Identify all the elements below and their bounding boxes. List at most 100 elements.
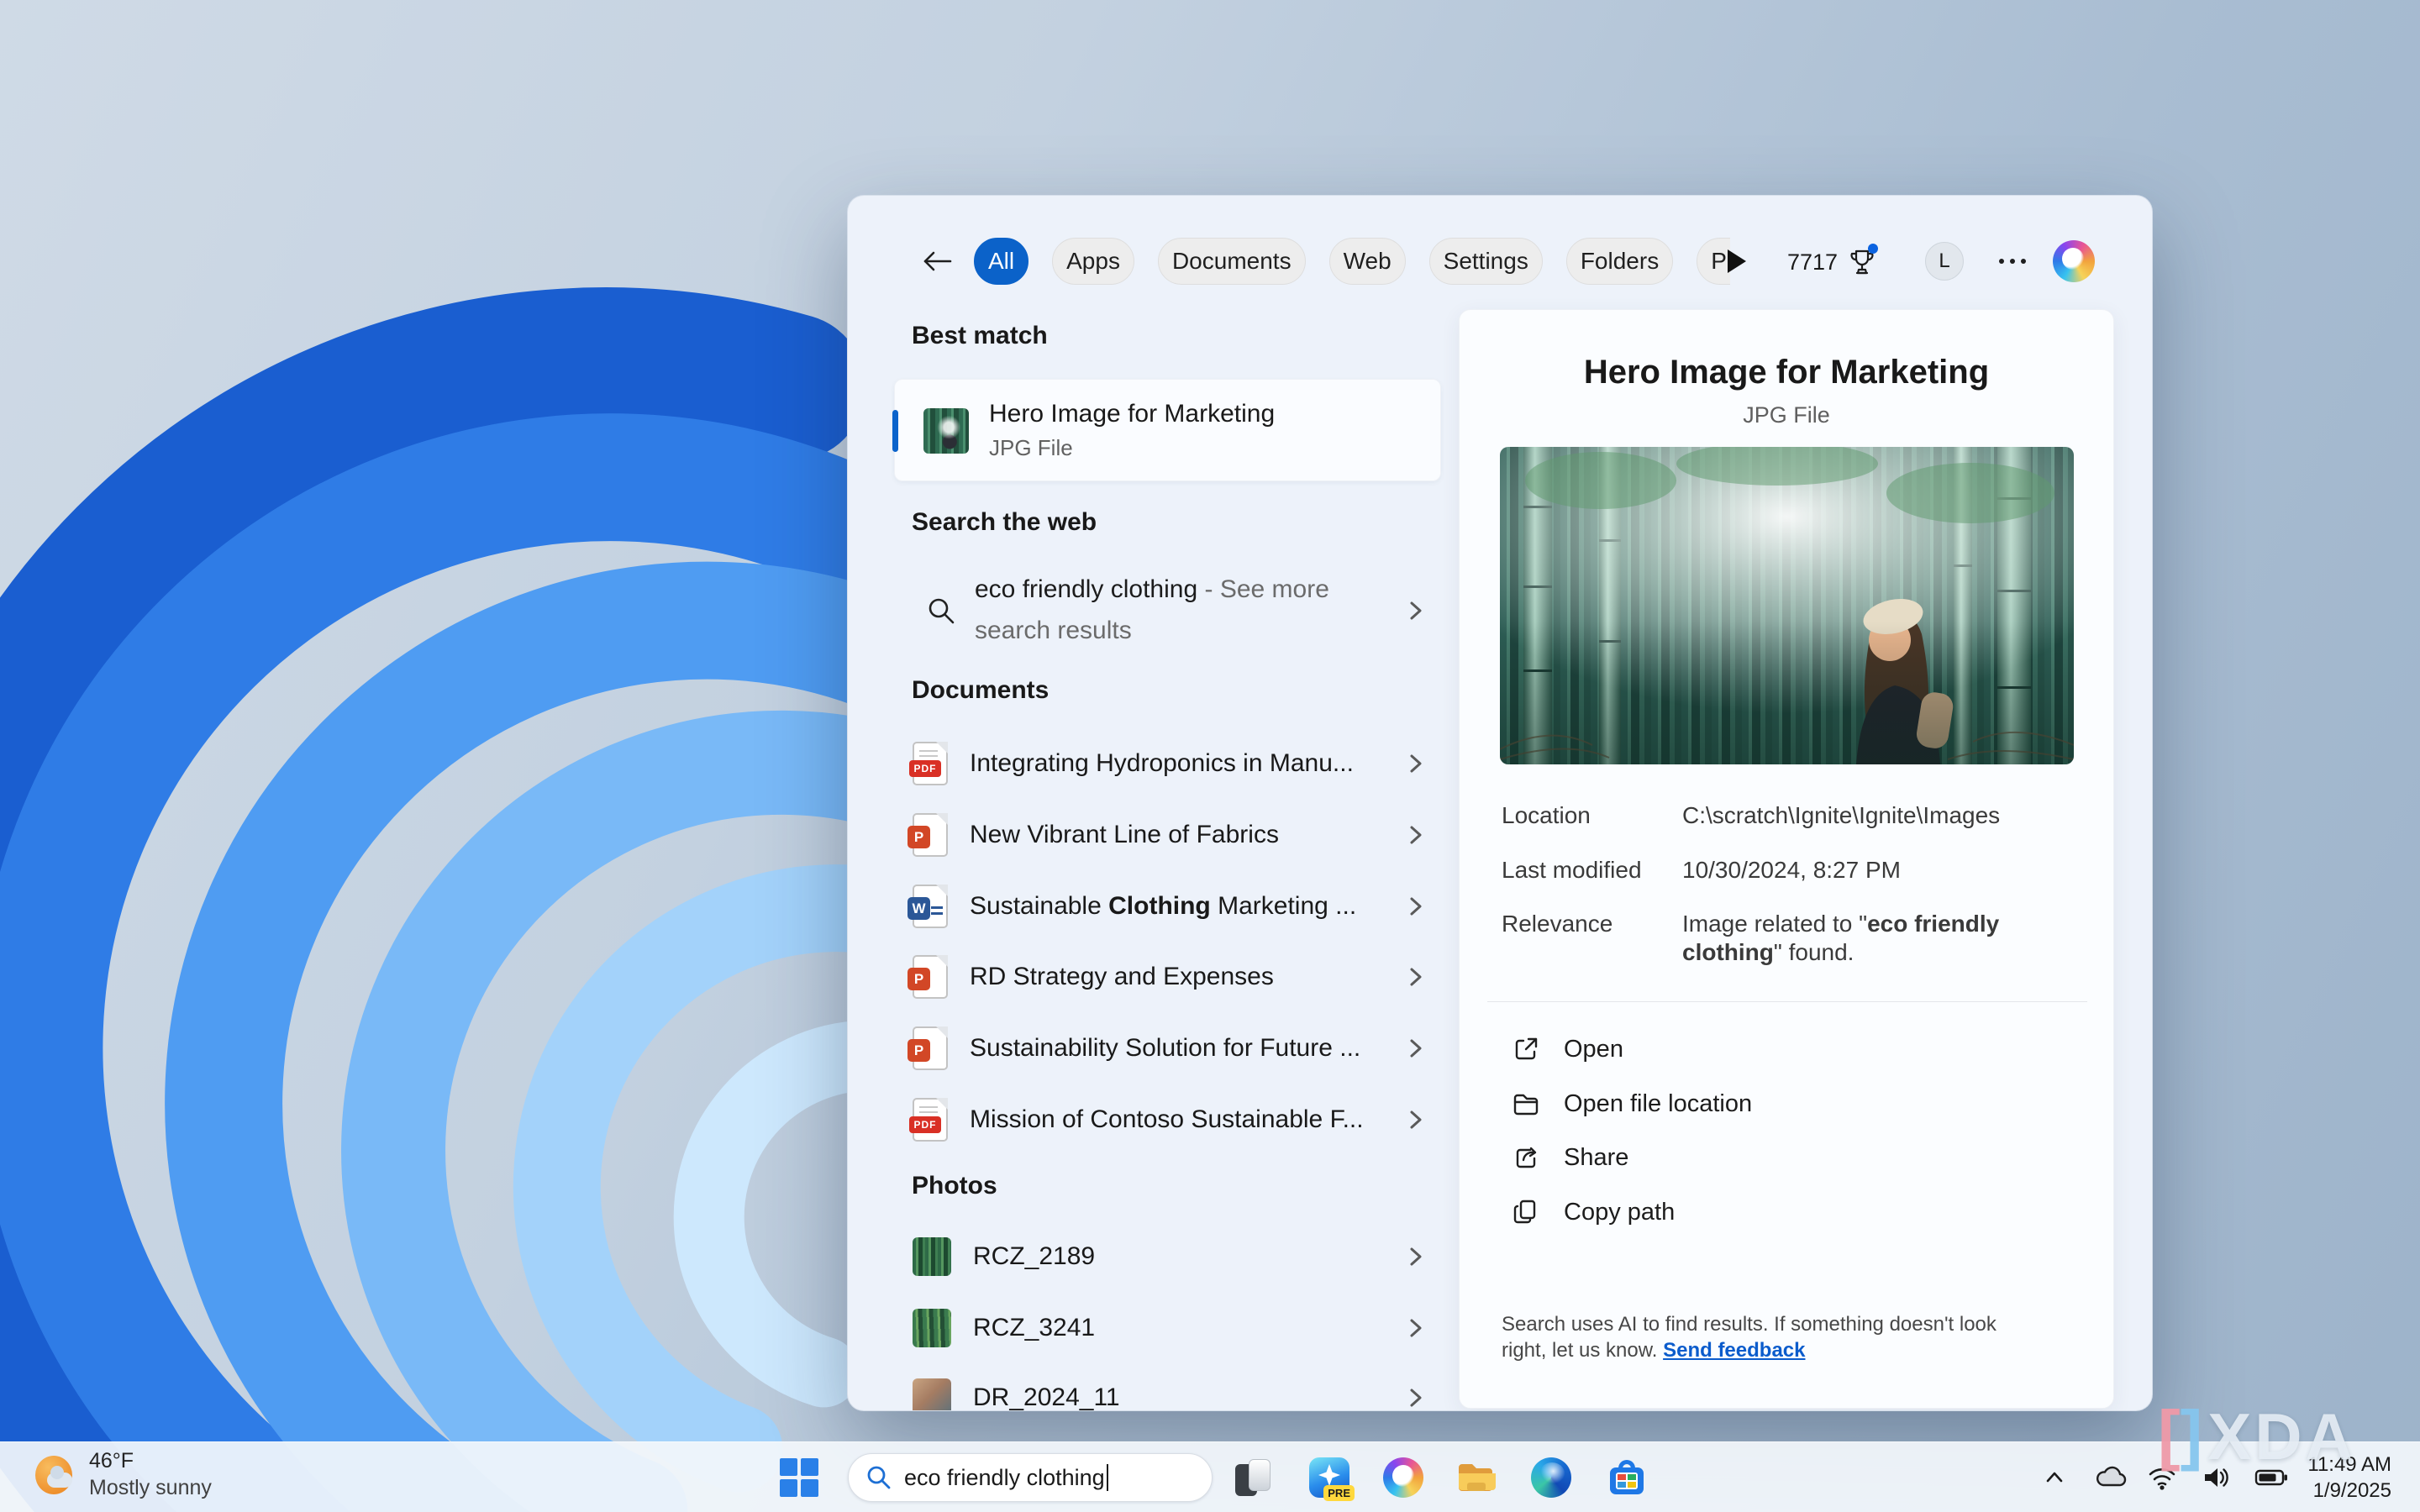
best-match-subtitle: JPG File bbox=[989, 435, 1275, 461]
clock[interactable]: 11:49 AM 1/9/2025 bbox=[2307, 1452, 2391, 1504]
tab-all[interactable]: All bbox=[974, 238, 1028, 285]
bing-preview-icon[interactable]: PRE bbox=[1309, 1457, 1349, 1498]
send-feedback-link[interactable]: Send feedback bbox=[1663, 1339, 1805, 1362]
section-header-web: Search the web bbox=[912, 508, 1097, 537]
word-file-icon: W bbox=[913, 885, 948, 928]
action-open[interactable]: Open bbox=[1493, 1025, 2081, 1074]
detail-row-relevance: Relevance Image related to "eco friendly… bbox=[1502, 910, 2081, 967]
best-match-result[interactable]: Hero Image for Marketing JPG File bbox=[894, 379, 1441, 481]
document-result[interactable]: P New Vibrant Line of Fabrics bbox=[894, 800, 1441, 870]
document-result[interactable]: W Sustainable Clothing Marketing ... bbox=[894, 871, 1441, 942]
tab-web[interactable]: Web bbox=[1329, 238, 1406, 285]
pdf-file-icon: PDF bbox=[913, 1098, 948, 1142]
section-header-documents: Documents bbox=[912, 676, 1049, 705]
clock-time: 11:49 AM bbox=[2307, 1452, 2391, 1478]
document-result[interactable]: PDF Mission of Contoso Sustainable F... bbox=[894, 1084, 1441, 1155]
window-stack-icon[interactable] bbox=[1234, 1457, 1274, 1498]
rewards-counter[interactable]: 7717 bbox=[1787, 244, 1876, 280]
photo-result[interactable]: RCZ_2189 bbox=[894, 1221, 1441, 1292]
tabs-scroll-right-icon[interactable] bbox=[1724, 248, 1749, 275]
photo-thumbnail bbox=[913, 1378, 951, 1411]
detail-row-modified: Last modified 10/30/2024, 8:27 PM bbox=[1502, 856, 2081, 885]
chevron-right-icon[interactable] bbox=[1409, 1038, 1423, 1058]
chevron-right-icon[interactable] bbox=[1409, 1388, 1423, 1408]
tab-documents[interactable]: Documents bbox=[1158, 238, 1306, 285]
folder-icon bbox=[1512, 1089, 1540, 1118]
powerpoint-file-icon: P bbox=[913, 955, 948, 999]
tab-settings[interactable]: Settings bbox=[1429, 238, 1543, 285]
photo-result[interactable]: DR_2024_11 bbox=[894, 1362, 1441, 1411]
microsoft-store-icon[interactable] bbox=[1607, 1457, 1647, 1498]
search-panel: All Apps Documents Web Settings Folders … bbox=[847, 195, 2153, 1411]
search-query-text: eco friendly clothing bbox=[904, 1465, 1105, 1491]
photo-thumbnail bbox=[913, 1237, 951, 1276]
preview-title: Hero Image for Marketing bbox=[1460, 354, 2113, 391]
chevron-right-icon[interactable] bbox=[1409, 1318, 1423, 1338]
file-explorer-icon[interactable] bbox=[1455, 1457, 1496, 1498]
web-search-text: eco friendly clothing - See more search … bbox=[975, 569, 1378, 651]
divider bbox=[1487, 1001, 2087, 1002]
edge-browser-icon[interactable] bbox=[1531, 1457, 1571, 1498]
photo-result[interactable]: RCZ_3241 bbox=[894, 1293, 1441, 1363]
onedrive-cloud-icon[interactable] bbox=[2092, 1462, 2124, 1494]
filter-tabs: All Apps Documents Web Settings Folders … bbox=[974, 238, 1730, 286]
action-share[interactable]: Share bbox=[1493, 1133, 2081, 1182]
powerpoint-file-icon: P bbox=[913, 813, 948, 857]
pre-badge: PRE bbox=[1323, 1485, 1355, 1501]
preview-subtitle: JPG File bbox=[1460, 402, 2113, 428]
more-options-icon[interactable] bbox=[1996, 256, 2029, 266]
system-tray: 11:49 AM 1/9/2025 bbox=[2039, 1442, 2420, 1512]
search-icon bbox=[865, 1464, 892, 1491]
tab-folders[interactable]: Folders bbox=[1566, 238, 1673, 285]
best-match-title: Hero Image for Marketing bbox=[989, 400, 1275, 428]
wifi-icon[interactable] bbox=[2146, 1462, 2178, 1494]
search-icon bbox=[926, 596, 956, 626]
user-avatar[interactable]: L bbox=[1925, 242, 1964, 281]
desktop: All Apps Documents Web Settings Folders … bbox=[0, 0, 2420, 1512]
document-result[interactable]: PDF Integrating Hydroponics in Manu... bbox=[894, 728, 1441, 799]
weather-widget[interactable]: 46°F Mostly sunny bbox=[34, 1449, 212, 1500]
section-header-best-match: Best match bbox=[912, 322, 1048, 350]
copilot-icon[interactable] bbox=[2053, 240, 2095, 282]
battery-icon[interactable] bbox=[2254, 1462, 2286, 1494]
taskbar-search-input[interactable]: eco friendly clothing bbox=[848, 1453, 1213, 1502]
weather-temp: 46°F bbox=[89, 1449, 212, 1473]
weather-icon bbox=[34, 1454, 76, 1496]
taskbar: 46°F Mostly sunny eco friendly clothing … bbox=[0, 1441, 2420, 1512]
powerpoint-file-icon: P bbox=[913, 1026, 948, 1070]
open-icon bbox=[1512, 1035, 1540, 1063]
trophy-icon bbox=[1848, 247, 1876, 277]
copy-icon bbox=[1512, 1198, 1540, 1226]
chevron-right-icon[interactable] bbox=[1409, 1110, 1423, 1130]
document-result[interactable]: P RD Strategy and Expenses bbox=[894, 942, 1441, 1012]
ai-disclaimer: Search uses AI to find results. If somet… bbox=[1502, 1311, 2039, 1363]
selection-accent-bar bbox=[892, 410, 898, 452]
chevron-right-icon[interactable] bbox=[1409, 896, 1423, 916]
copilot-taskbar-icon[interactable] bbox=[1383, 1457, 1423, 1498]
weather-condition: Mostly sunny bbox=[89, 1476, 212, 1500]
best-match-thumbnail bbox=[923, 408, 969, 454]
start-button[interactable] bbox=[780, 1458, 818, 1497]
chevron-right-icon[interactable] bbox=[1409, 601, 1423, 621]
tab-apps[interactable]: Apps bbox=[1052, 238, 1134, 285]
volume-icon[interactable] bbox=[2200, 1462, 2232, 1494]
section-header-photos: Photos bbox=[912, 1172, 997, 1200]
chevron-right-icon[interactable] bbox=[1409, 753, 1423, 774]
detail-row-location: Location C:\scratch\Ignite\Ignite\Images bbox=[1502, 801, 2081, 830]
action-open-file-location[interactable]: Open file location bbox=[1493, 1079, 2081, 1128]
text-caret bbox=[1107, 1464, 1108, 1491]
clock-date: 1/9/2025 bbox=[2307, 1478, 2391, 1504]
pdf-file-icon: PDF bbox=[913, 742, 948, 785]
action-copy-path[interactable]: Copy path bbox=[1493, 1188, 2081, 1236]
web-search-result[interactable]: eco friendly clothing - See more search … bbox=[894, 567, 1441, 654]
tray-chevron-up-icon[interactable] bbox=[2039, 1462, 2070, 1494]
preview-image bbox=[1500, 447, 2074, 764]
rewards-badge-dot bbox=[1868, 244, 1878, 254]
document-result[interactable]: P Sustainability Solution for Future ... bbox=[894, 1013, 1441, 1084]
rewards-points: 7717 bbox=[1787, 249, 1838, 276]
preview-pane: Hero Image for Marketing JPG File bbox=[1459, 309, 2114, 1409]
chevron-right-icon[interactable] bbox=[1409, 967, 1423, 987]
chevron-right-icon[interactable] bbox=[1409, 1247, 1423, 1267]
back-arrow-icon[interactable] bbox=[918, 246, 955, 276]
chevron-right-icon[interactable] bbox=[1409, 825, 1423, 845]
